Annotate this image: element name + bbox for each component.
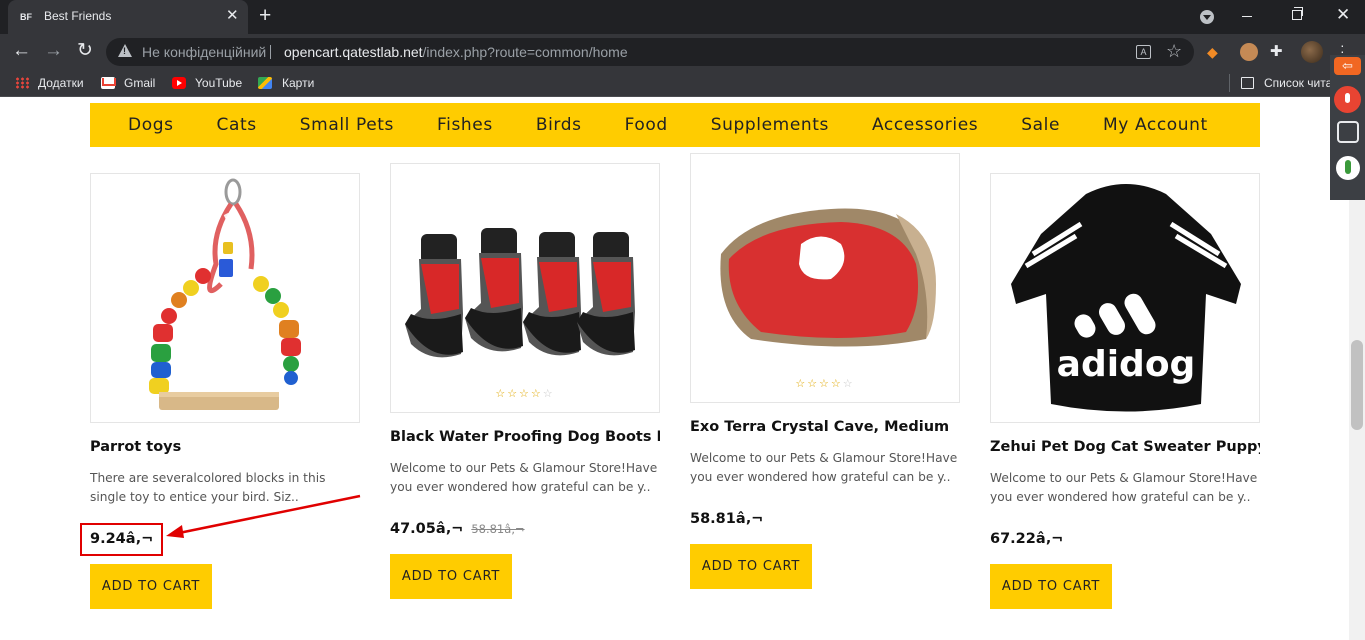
nav-my-account[interactable]: My Account <box>1103 115 1208 135</box>
translate-icon[interactable]: A <box>1136 45 1151 59</box>
product-price: 58.81â‚¬ <box>690 511 763 527</box>
product-description: Welcome to our Pets & Glamour Store!Have… <box>690 451 958 484</box>
product-name[interactable]: Exo Terra Crystal Cave, Medium <box>690 419 960 435</box>
annotation-highlight-box <box>80 523 163 556</box>
product-description: Welcome to our Pets & Glamour Store!Have… <box>390 461 658 494</box>
extension-icon[interactable]: ◆ <box>1207 43 1225 61</box>
browser-tab[interactable]: BF Best Friends ✕ <box>8 0 248 34</box>
add-to-cart-button[interactable]: ADD TO CART <box>390 554 512 599</box>
product-price: 47.05â‚¬ 58.81â‚¬ <box>390 521 525 537</box>
close-window-icon[interactable]: ✕ <box>1336 5 1350 25</box>
apps-icon[interactable] <box>15 77 29 89</box>
site-favicon-icon: BF <box>20 12 32 22</box>
microphone-icon[interactable] <box>1334 86 1361 113</box>
restore-window-icon[interactable] <box>1292 7 1303 20</box>
reading-list-link[interactable]: Список чита <box>1264 76 1332 90</box>
browser-toolbar: ← → ↻ Не конфіденційний opencart.qatestl… <box>0 34 1365 70</box>
price-current: 47.05â‚¬ <box>390 521 464 537</box>
web-page: Dogs Cats Small Pets Fishes Birds Food S… <box>0 97 1349 640</box>
crystal-cave-image <box>720 208 936 347</box>
reload-icon[interactable]: ↻ <box>77 40 93 62</box>
hand-icon[interactable] <box>1336 156 1360 180</box>
bookmark-youtube[interactable]: YouTube <box>195 76 242 90</box>
product-image[interactable] <box>90 173 360 423</box>
nav-accessories[interactable]: Accessories <box>872 115 978 135</box>
nav-dogs[interactable]: Dogs <box>128 115 174 135</box>
price-current: 58.81â‚¬ <box>690 511 764 527</box>
new-tab-button[interactable]: + <box>259 5 271 27</box>
bookmark-gmail[interactable]: Gmail <box>124 76 155 90</box>
gmail-icon[interactable] <box>101 77 115 89</box>
parrot-toy-image <box>149 178 301 410</box>
product-image[interactable]: ☆☆☆☆☆ <box>390 163 660 413</box>
url-text[interactable]: opencart.qatestlab.net/index.php?route=c… <box>284 44 628 60</box>
tab-title: Best Friends <box>44 9 112 23</box>
dog-boots-image <box>405 228 635 358</box>
not-secure-label[interactable]: Не конфіденційний <box>142 44 266 60</box>
product-price: 67.22â‚¬ <box>990 531 1063 547</box>
extension-side-panel: ⇦ <box>1330 55 1365 200</box>
collapse-arrow-icon[interactable]: ⇦ <box>1334 57 1361 75</box>
youtube-icon[interactable] <box>172 77 186 89</box>
annotation-arrow-icon <box>166 494 361 538</box>
product-name[interactable]: Parrot toys <box>90 439 360 455</box>
url-host: opencart.qatestlab.net <box>284 44 423 60</box>
address-bar[interactable]: Не конфіденційний opencart.qatestlab.net… <box>106 38 1194 66</box>
bookmark-star-icon[interactable]: ☆ <box>1166 41 1182 61</box>
price-current: 67.22â‚¬ <box>990 531 1064 547</box>
bookmark-maps[interactable]: Карти <box>282 76 314 90</box>
category-navbar: Dogs Cats Small Pets Fishes Birds Food S… <box>90 103 1260 147</box>
nav-food[interactable]: Food <box>625 115 668 135</box>
puzzle-extensions-icon[interactable]: ✚ <box>1270 43 1288 61</box>
maps-icon[interactable] <box>258 77 272 89</box>
nav-cats[interactable]: Cats <box>217 115 257 135</box>
profile-avatar[interactable] <box>1301 41 1323 63</box>
rating-stars: ☆☆☆☆☆ <box>495 388 555 400</box>
browser-tabstrip: BF Best Friends ✕ + ✕ <box>0 0 1365 34</box>
warning-icon[interactable] <box>118 44 132 57</box>
nav-small-pets[interactable]: Small Pets <box>300 115 394 135</box>
product-description: Welcome to our Pets & Glamour Store!Have… <box>990 471 1258 504</box>
product-image[interactable]: adidog <box>990 173 1260 423</box>
bookmarks-divider <box>1229 74 1230 92</box>
bookmark-apps[interactable]: Додатки <box>38 76 84 90</box>
url-path: /index.php?route=common/home <box>422 44 628 60</box>
bookmarks-bar: Додатки Gmail YouTube Карти Список чита <box>0 70 1365 97</box>
forward-arrow-icon[interactable]: → <box>44 40 63 62</box>
scrollbar-thumb[interactable] <box>1351 340 1363 430</box>
nav-fishes[interactable]: Fishes <box>437 115 493 135</box>
nav-sale[interactable]: Sale <box>1021 115 1060 135</box>
minimize-window-icon[interactable] <box>1242 16 1252 17</box>
window-icon[interactable] <box>1337 121 1359 143</box>
tab-search-icon[interactable] <box>1200 10 1214 24</box>
back-arrow-icon[interactable]: ← <box>12 40 31 62</box>
price-old: 58.81â‚¬ <box>471 522 525 536</box>
product-image[interactable]: ☆☆☆☆☆ <box>690 153 960 403</box>
add-to-cart-button[interactable]: ADD TO CART <box>690 544 812 589</box>
adidog-logo-text: adidog <box>1057 344 1196 385</box>
nav-supplements[interactable]: Supplements <box>711 115 829 135</box>
nav-birds[interactable]: Birds <box>536 115 582 135</box>
product-name[interactable]: Zehui Pet Dog Cat Sweater Puppy T... <box>990 439 1260 455</box>
close-tab-icon[interactable]: ✕ <box>226 7 239 25</box>
rating-stars: ☆☆☆☆☆ <box>795 378 855 390</box>
product-name[interactable]: Black Water Proofing Dog Boots Pe... <box>390 429 660 445</box>
dog-sweater-image: adidog <box>1011 184 1241 412</box>
add-to-cart-button[interactable]: ADD TO CART <box>90 564 212 609</box>
reading-list-icon[interactable] <box>1241 77 1254 89</box>
address-divider <box>270 45 271 59</box>
add-to-cart-button[interactable]: ADD TO CART <box>990 564 1112 609</box>
cookie-extension-icon[interactable] <box>1240 43 1258 61</box>
